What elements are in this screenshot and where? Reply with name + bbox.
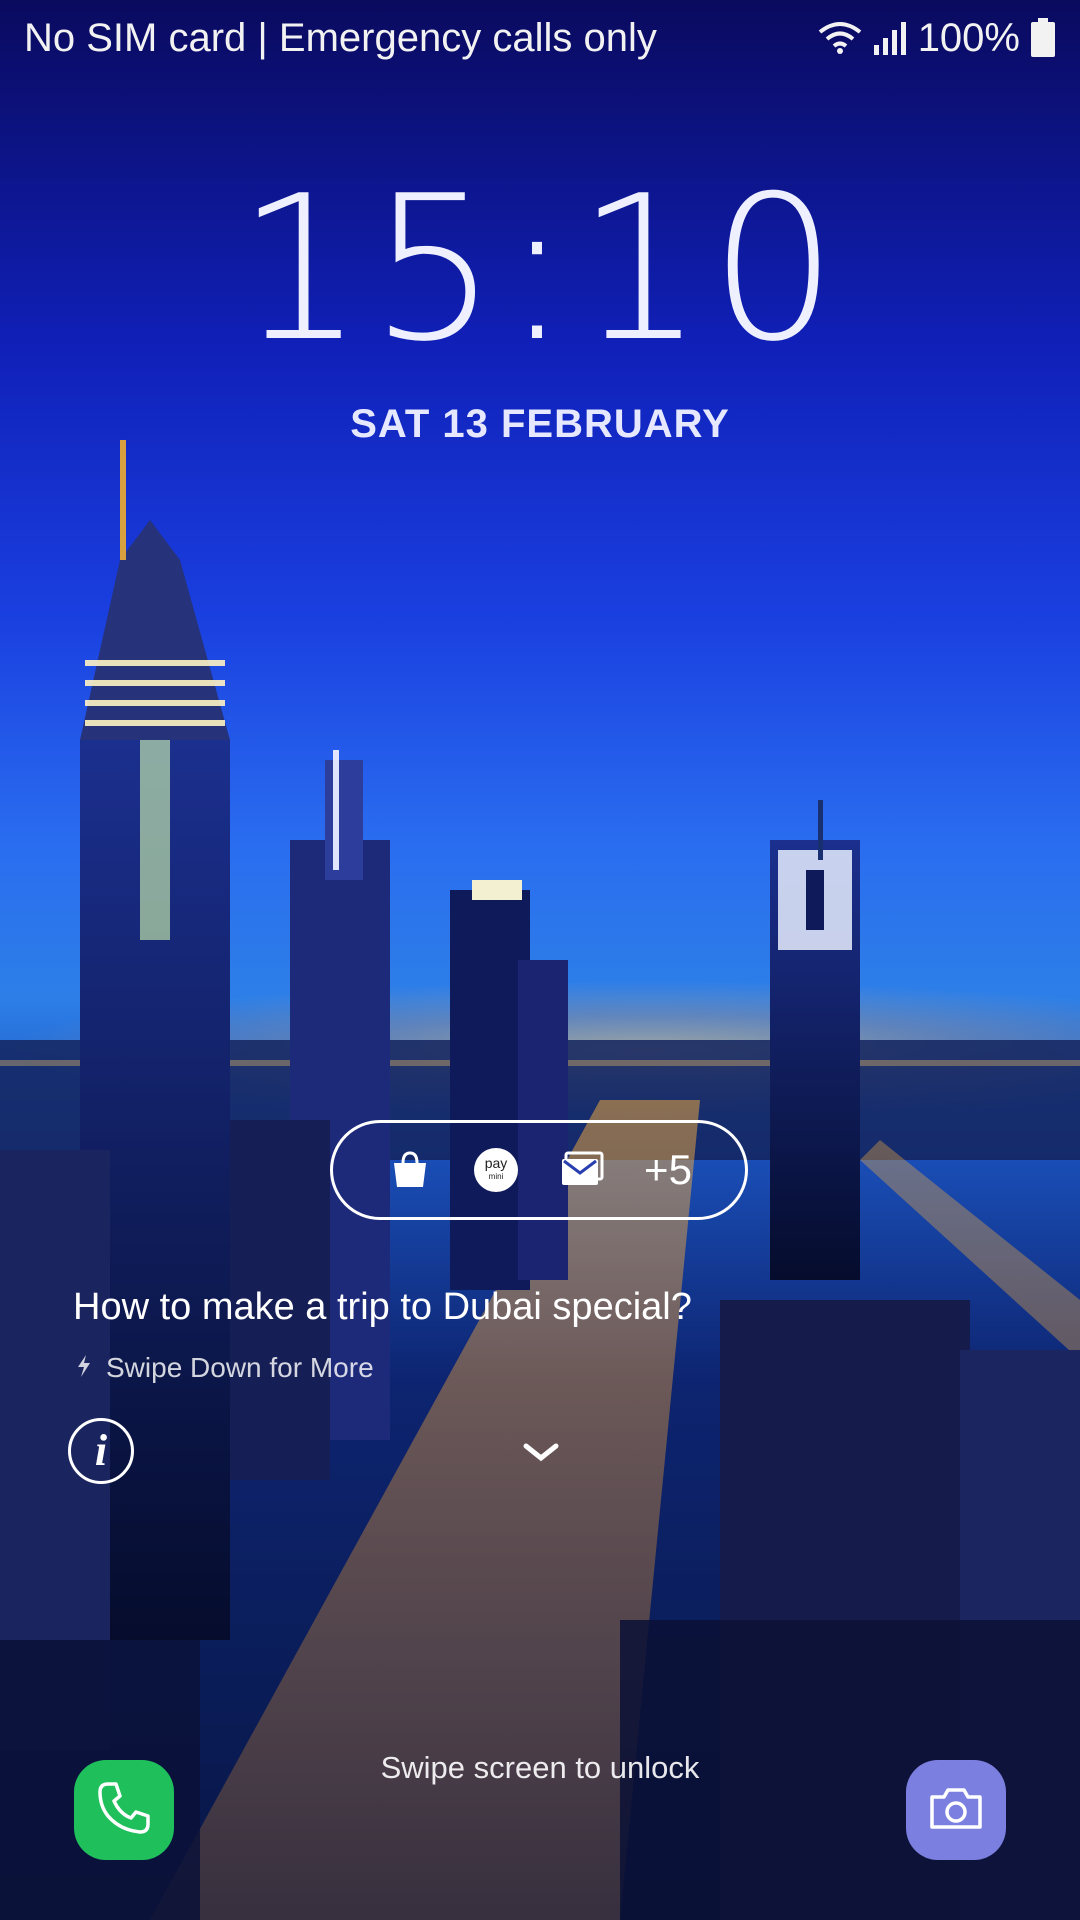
- chevron-down-icon[interactable]: [522, 1440, 560, 1464]
- lock-screen[interactable]: No SIM card | Emergency calls only 100% …: [0, 0, 1080, 1920]
- carrier-status-text: No SIM card | Emergency calls only: [24, 15, 657, 60]
- camera-shortcut-button[interactable]: [906, 1760, 1006, 1860]
- clock-date: SAT 13 FEBRUARY: [350, 402, 730, 446]
- phone-icon: [94, 1778, 154, 1843]
- camera-icon: [926, 1783, 986, 1838]
- signal-icon: [872, 21, 908, 55]
- email-icon[interactable]: [558, 1146, 606, 1194]
- info-icon[interactable]: i: [68, 1418, 134, 1484]
- glance-subline: Swipe Down for More: [76, 1352, 374, 1384]
- battery-percent: 100%: [917, 15, 1020, 60]
- status-bar: No SIM card | Emergency calls only 100%: [0, 0, 1080, 76]
- lightning-icon: [76, 1352, 92, 1384]
- shopping-bag-icon[interactable]: [386, 1146, 434, 1194]
- more-notifications-count[interactable]: +5: [644, 1146, 692, 1194]
- notification-icons-pill[interactable]: pay mini +5: [330, 1120, 748, 1220]
- battery-icon: [1030, 18, 1056, 58]
- pay-mini-icon[interactable]: pay mini: [472, 1146, 520, 1194]
- status-icons: 100%: [818, 16, 1056, 61]
- clock-time: 15:10: [236, 153, 844, 386]
- glance-subline-text: Swipe Down for More: [106, 1352, 374, 1383]
- wifi-icon: [818, 20, 862, 56]
- pay-mini-label: pay: [484, 1155, 508, 1171]
- phone-shortcut-button[interactable]: [74, 1760, 174, 1860]
- pay-mini-sublabel: mini: [488, 1172, 504, 1181]
- glance-headline[interactable]: How to make a trip to Dubai special?: [73, 1286, 692, 1329]
